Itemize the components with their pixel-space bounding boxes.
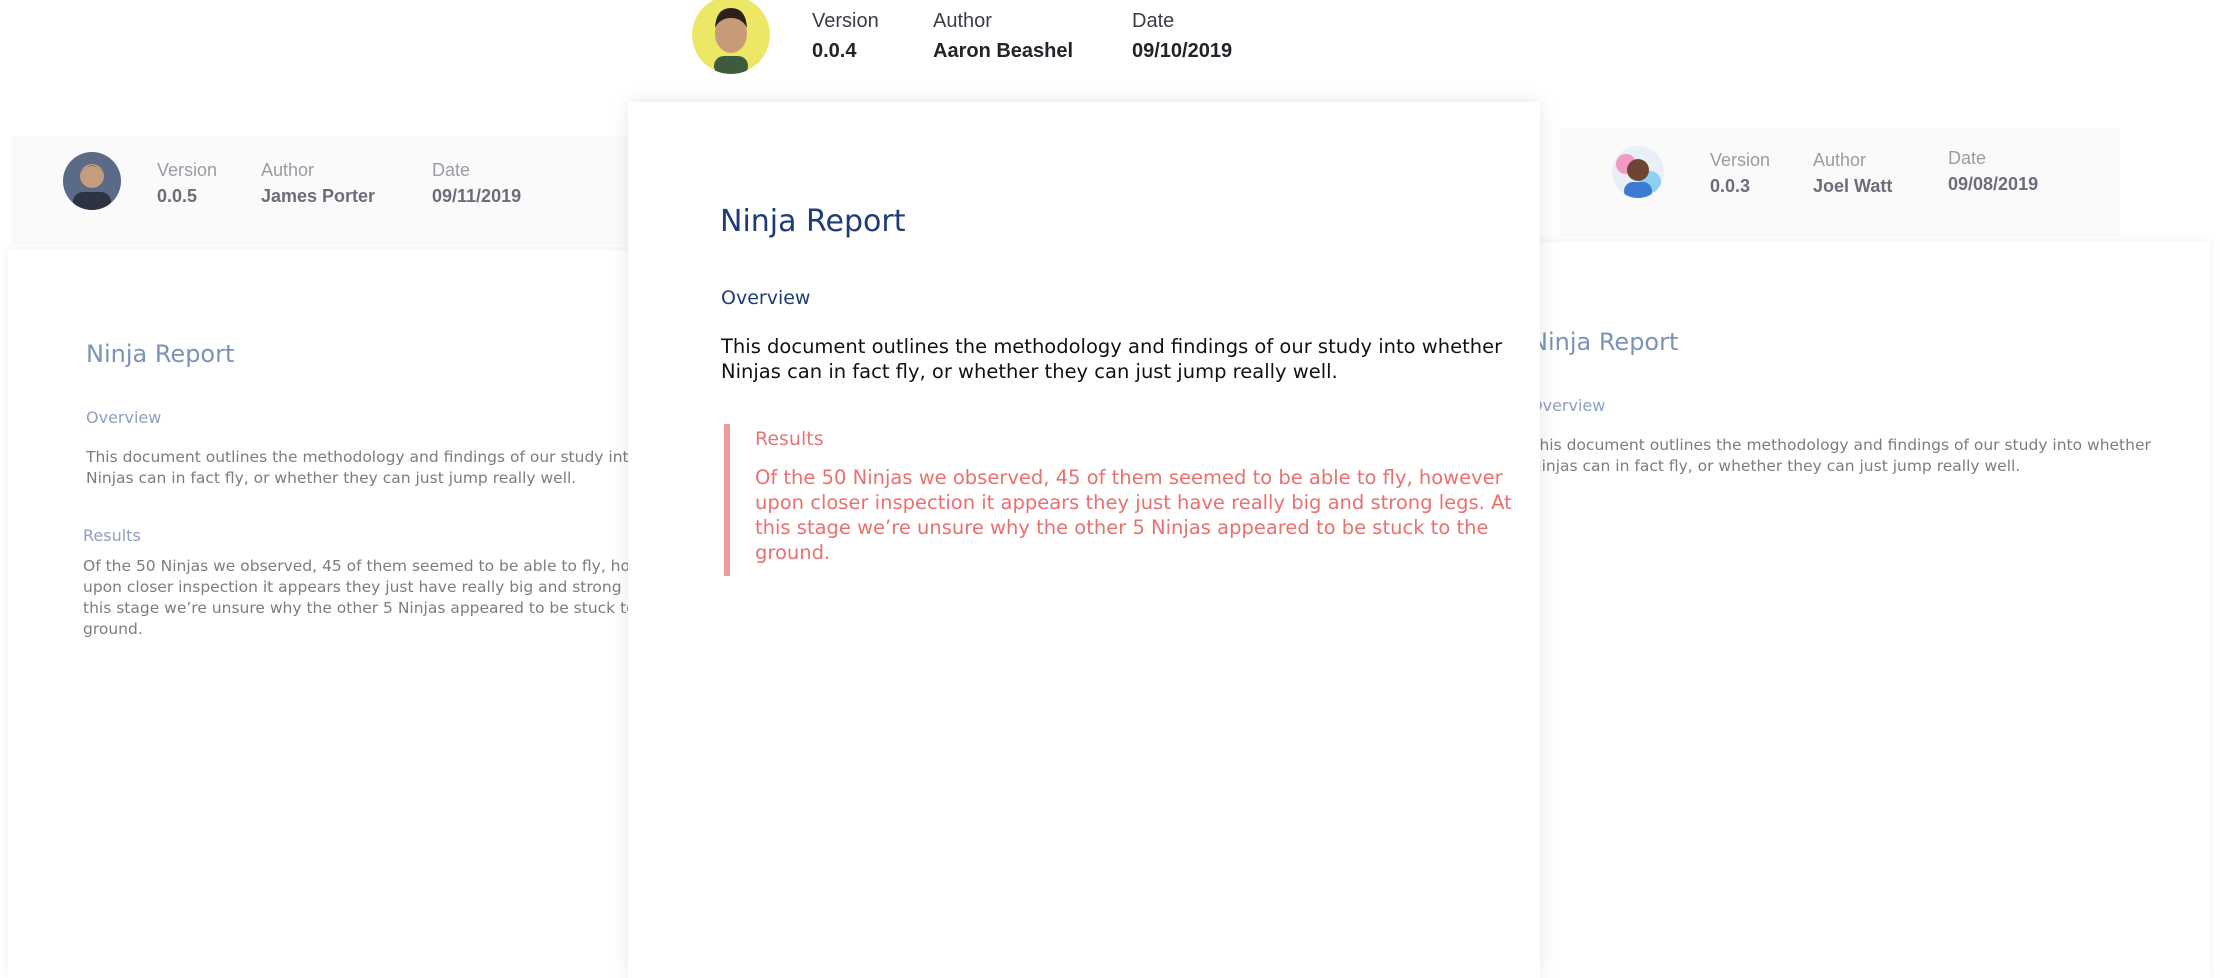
results-heading: Results [83,526,141,545]
version-value: 0.0.3 [1710,176,1751,196]
author-value: James Porter [261,186,376,206]
date-label: Date [1948,148,1987,168]
author-label: Author [261,160,315,180]
overview-text: This document outlines the methodology a… [1530,436,2151,475]
version-label: Version [157,160,218,180]
results-text: Of the 50 Ninjas we observed, 45 of them… [83,557,628,638]
author-label: Author [1813,150,1867,170]
date-value: 09/11/2019 [432,186,522,206]
results-text: Of the 50 Ninjas we observed, 45 of them… [755,466,1512,564]
overview-heading: Overview [721,287,811,309]
overview-heading: Overview [1530,396,1606,415]
results-heading: Results [755,428,824,450]
document-title: Ninja Report [720,204,906,239]
date-label: Date [432,160,471,180]
overview-heading: Overview [86,408,162,427]
overview-text: This document outlines the methodology a… [86,448,656,487]
version-label: Version [812,10,879,32]
version-value: 0.0.4 [812,40,857,62]
date-value: 09/08/2019 [1948,174,2039,194]
results-callout-bar [724,424,730,576]
version-label: Version [1710,150,1771,170]
author-avatar-joel-watt [1612,146,1664,198]
document-title: Ninja Report [86,340,235,368]
date-value: 09/10/2019 [1132,40,1233,62]
version-value: 0.0.5 [157,186,198,206]
author-value: Aaron Beashel [933,40,1074,62]
author-value: Joel Watt [1813,176,1893,196]
author-label: Author [933,10,992,32]
overview-text: This document outlines the methodology a… [721,335,1503,383]
author-avatar-james-porter [63,152,121,210]
date-label: Date [1132,10,1175,32]
author-avatar-aaron-beashel [692,0,770,74]
document-title: Ninja Report [1530,328,1679,356]
